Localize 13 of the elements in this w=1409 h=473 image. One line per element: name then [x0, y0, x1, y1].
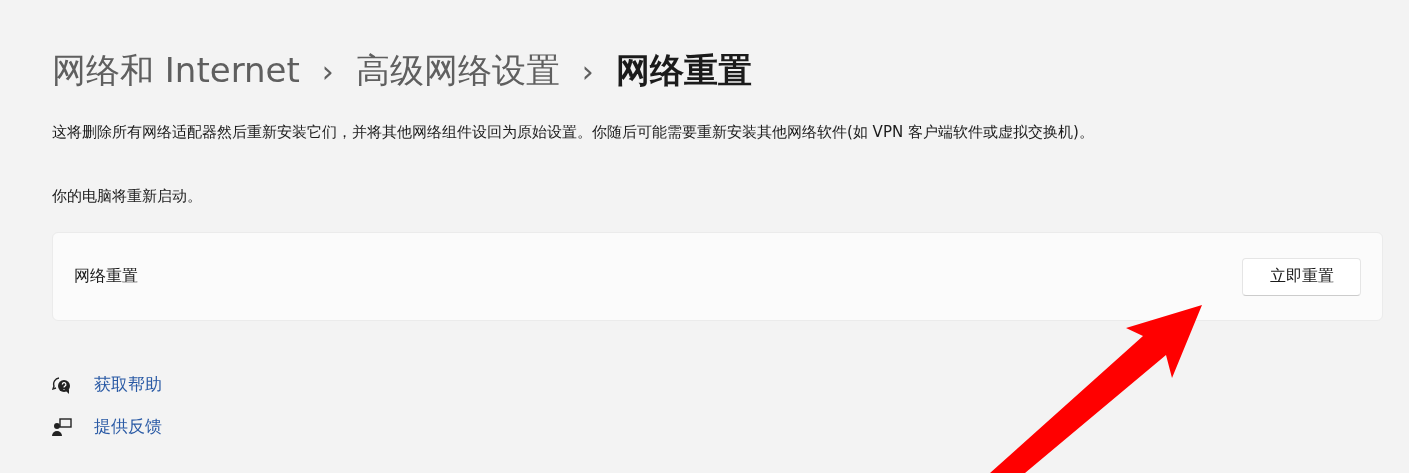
restart-note: 你的电脑将重新启动。: [52, 186, 203, 207]
breadcrumb-item[interactable]: 高级网络设置: [355, 48, 560, 94]
card-label: 网络重置: [74, 266, 138, 287]
breadcrumb-separator: ›: [321, 53, 334, 89]
breadcrumb-separator: ›: [581, 53, 594, 89]
feedback-icon: [52, 416, 72, 437]
reset-now-button[interactable]: 立即重置: [1242, 257, 1361, 296]
help-icon: [52, 374, 72, 395]
link[interactable]: 提供反馈: [94, 415, 162, 438]
breadcrumb-item[interactable]: 网络重置: [615, 48, 752, 94]
breadcrumb-item[interactable]: 网络和 Internet: [52, 48, 300, 94]
link[interactable]: 获取帮助: [94, 373, 162, 396]
description-text: 这将删除所有网络适配器然后重新安装它们，并将其他网络组件设回为原始设置。你随后可能需要重新安装其他网络软件(如 VPN 客户端软件或虚拟交换机)。: [52, 122, 1095, 143]
